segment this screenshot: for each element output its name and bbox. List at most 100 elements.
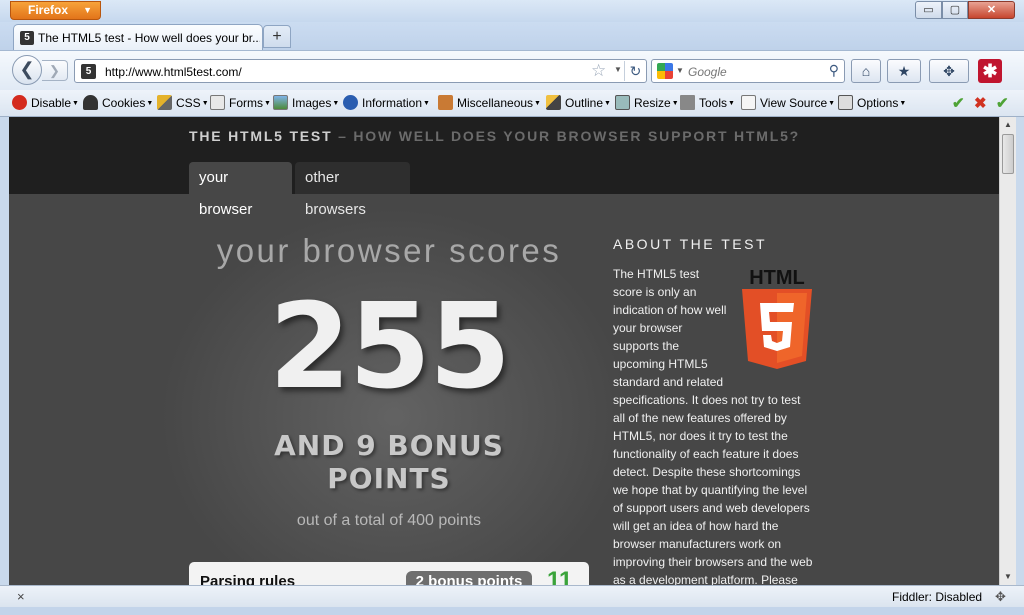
- wd-images-menu[interactable]: Images▼: [273, 95, 339, 113]
- scroll-up-icon[interactable]: ▲: [1000, 117, 1016, 133]
- about-text-line: all of the new features offered by: [613, 411, 787, 425]
- wd-information-menu[interactable]: Information▼: [343, 95, 430, 113]
- close-addon-bar-icon[interactable]: ×: [17, 589, 25, 604]
- back-arrow-icon: ❮: [19, 59, 35, 79]
- wd-view-source-menu[interactable]: View Source▼: [741, 95, 835, 113]
- total-points-text: out of a total of 400 points: [296, 512, 482, 529]
- fiddler-icon[interactable]: ✥: [995, 589, 1006, 605]
- plus-icon: +: [272, 28, 282, 45]
- bookmarks-icon: ★: [897, 63, 911, 79]
- bookmark-star-icon[interactable]: ☆: [591, 61, 606, 81]
- bonus-badge: 2 bonus points: [406, 571, 532, 585]
- wd-cookies-menu[interactable]: Cookies▼: [83, 95, 153, 113]
- tab-html5test[interactable]: 5 The HTML5 test - How well does your br…: [13, 24, 263, 50]
- close-window-button[interactable]: ✕: [968, 1, 1015, 19]
- about-text-line: of support users and web developers: [613, 501, 810, 515]
- outline-icon: [546, 95, 561, 110]
- home-icon: ⌂: [861, 63, 871, 79]
- about-text-line: detect. Despite these shortcomings: [613, 465, 801, 479]
- images-icon: [273, 95, 288, 110]
- navigation-toolbar: ❮ ❯ 5 http://www.html5test.com/ ☆ ▼ ↻ ▼ …: [0, 50, 1024, 90]
- about-text-line: specifications. It does not try to test: [613, 393, 801, 407]
- page-viewport: THE HTML5 TEST – HOW WELL DOES YOUR BROW…: [9, 117, 999, 585]
- tab-your-browser[interactable]: your browser: [189, 162, 292, 218]
- site-identity-icon: 5: [81, 64, 96, 79]
- forms-icon: [210, 95, 225, 110]
- maximize-button[interactable]: ▢: [942, 1, 968, 19]
- vertical-scrollbar[interactable]: ▲ ▼: [999, 117, 1016, 585]
- wd-forms-label: Forms: [229, 96, 263, 110]
- site-title: THE HTML5 TEST – HOW WELL DOES YOUR BROW…: [189, 128, 800, 144]
- search-icon[interactable]: ⚲: [829, 62, 839, 79]
- wd-options-menu[interactable]: Options▼: [838, 95, 906, 113]
- disable-icon: [12, 95, 27, 110]
- wd-resize-menu[interactable]: Resize▼: [615, 95, 679, 113]
- wd-forms-menu[interactable]: Forms▼: [210, 95, 271, 113]
- bonus-points: AND 9 BONUS POINTS: [229, 429, 549, 495]
- wd-css-label: CSS: [176, 96, 201, 110]
- url-text[interactable]: http://www.html5test.com/: [105, 65, 242, 79]
- about-text-line: standard and related: [613, 375, 724, 389]
- scores-heading: your browser scores: [216, 232, 562, 269]
- css-valid-icon[interactable]: ✔: [952, 94, 965, 112]
- about-heading: ABOUT THE TEST: [613, 236, 768, 252]
- css-icon: [157, 95, 172, 110]
- about-text-line: HTML5, nor does it try to test the: [613, 429, 788, 443]
- scroll-down-icon[interactable]: ▼: [1000, 569, 1016, 585]
- addon-button[interactable]: ✥: [929, 59, 969, 83]
- parsing-rules-card[interactable]: Parsing rules 2 bonus points 11: [189, 562, 589, 585]
- tab-strip: 5 The HTML5 test - How well does your br…: [0, 22, 1024, 50]
- card-score: 11: [547, 567, 573, 585]
- reload-button[interactable]: ↻: [624, 61, 646, 81]
- html5-logo-text: HTML: [749, 267, 805, 289]
- forward-button[interactable]: ❯: [42, 60, 68, 81]
- wd-tools-menu[interactable]: Tools▼: [680, 95, 735, 113]
- web-developer-toolbar: Disable▼ Cookies▼ CSS▼ Forms▼ Images▼ In…: [0, 90, 1024, 117]
- html5-number-icon: [760, 303, 794, 351]
- search-engine-dropdown-icon[interactable]: ▼: [676, 66, 684, 75]
- bookmarks-button[interactable]: ★: [887, 59, 921, 83]
- firefox-menu-button[interactable]: Firefox ▼: [10, 1, 101, 20]
- tab-other-browsers[interactable]: other browsers: [295, 162, 410, 218]
- wd-css-menu[interactable]: CSS▼: [157, 95, 209, 113]
- wd-view-source-label: View Source: [760, 96, 828, 110]
- url-history-dropdown-icon[interactable]: ▼: [614, 65, 622, 74]
- close-icon: ✕: [986, 4, 997, 16]
- fiddler-status[interactable]: Fiddler: Disabled: [892, 590, 982, 604]
- forward-arrow-icon: ❯: [49, 63, 60, 78]
- cookies-icon: [83, 95, 98, 110]
- url-bar[interactable]: 5 http://www.html5test.com/ ☆ ▼ ↻: [74, 59, 647, 83]
- js-error-icon[interactable]: ✖: [974, 94, 987, 112]
- maximize-icon: ▢: [949, 4, 961, 16]
- scroll-thumb[interactable]: [1002, 134, 1014, 174]
- html-valid-icon[interactable]: ✔: [996, 94, 1009, 112]
- html5-favicon-icon: 5: [20, 31, 34, 45]
- wd-disable-menu[interactable]: Disable▼: [12, 95, 79, 113]
- tools-icon: [680, 95, 695, 110]
- firefox-menu-label: Firefox: [28, 3, 69, 17]
- new-tab-button[interactable]: +: [263, 25, 291, 48]
- resize-icon: [615, 95, 630, 110]
- window-titlebar: Firefox ▼ ▭ ▢ ✕: [0, 0, 1024, 22]
- search-bar[interactable]: ▼ Google ⚲: [651, 59, 845, 83]
- minimize-icon: ▭: [923, 4, 934, 16]
- wd-disable-label: Disable: [31, 96, 72, 110]
- minimize-button[interactable]: ▭: [915, 1, 942, 19]
- search-placeholder[interactable]: Google: [688, 65, 727, 79]
- card-label: Parsing rules: [200, 573, 296, 585]
- wd-outline-label: Outline: [565, 96, 604, 110]
- lastpass-addon-button[interactable]: ✱: [978, 59, 1002, 83]
- information-icon: [343, 95, 358, 110]
- wd-tools-label: Tools: [699, 96, 728, 110]
- html5-logo: HTML: [742, 267, 812, 369]
- site-title-sub: – HOW WELL DOES YOUR BROWSER SUPPORT HTM…: [332, 128, 801, 144]
- google-engine-icon[interactable]: [657, 63, 673, 79]
- wd-miscellaneous-menu[interactable]: Miscellaneous▼: [438, 95, 541, 113]
- wd-images-label: Images: [292, 96, 332, 110]
- score-value: 255: [268, 277, 511, 415]
- wd-outline-menu[interactable]: Outline▼: [546, 95, 611, 113]
- back-button[interactable]: ❮: [12, 55, 42, 85]
- miscellaneous-icon: [438, 95, 453, 110]
- wd-miscellaneous-label: Miscellaneous: [457, 96, 534, 110]
- home-button[interactable]: ⌂: [851, 59, 881, 83]
